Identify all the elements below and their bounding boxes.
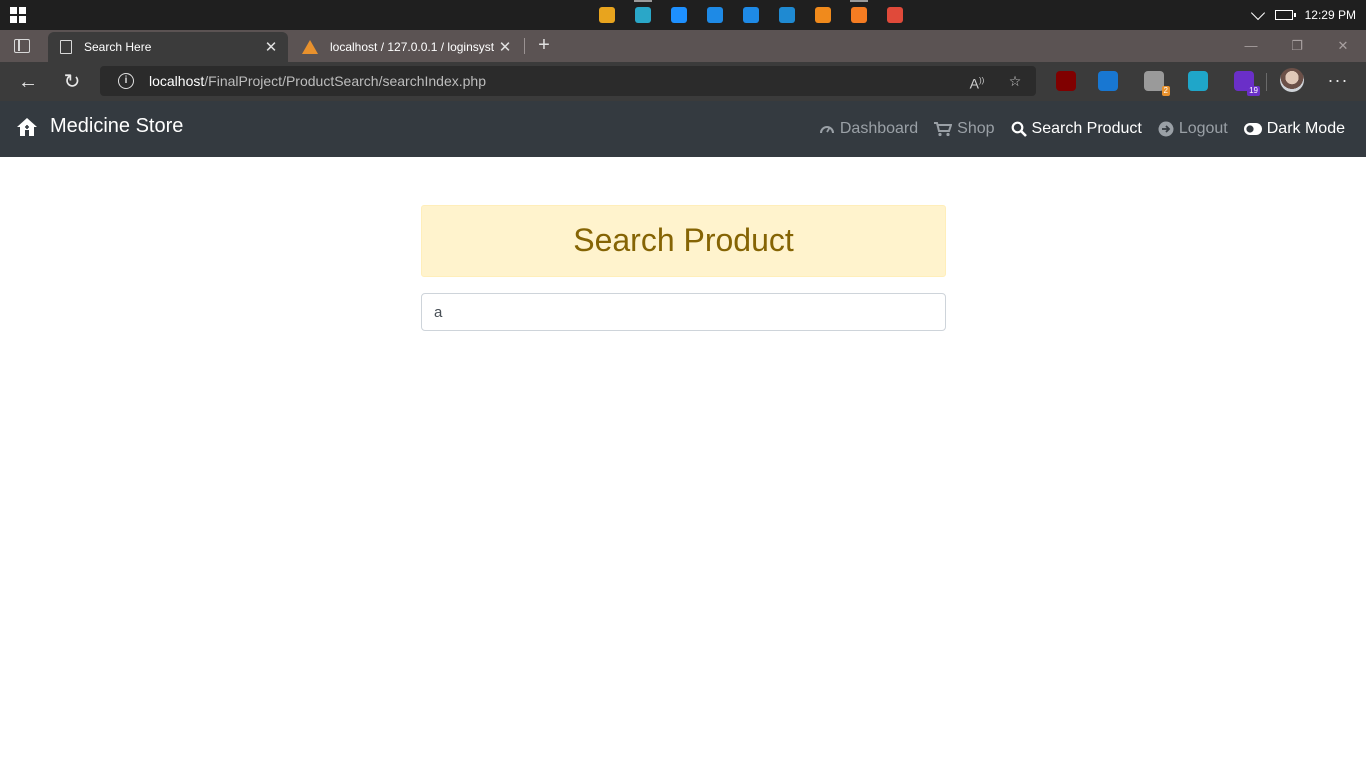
nav-label: Logout — [1178, 120, 1228, 137]
nav-links: Dashboard Shop Search Product Logout Dar… — [819, 101, 1345, 157]
vscode-icon-glyph — [779, 7, 795, 23]
brand-name: Medicine Store — [50, 115, 184, 137]
nav-label: Dark Mode — [1266, 120, 1345, 137]
minimize-icon[interactable]: — — [1228, 30, 1274, 62]
monitor-app-icon-glyph — [707, 7, 723, 23]
tab-divider — [524, 38, 525, 54]
search-icon — [1011, 121, 1027, 137]
favorite-add-icon[interactable]: ☆ — [1006, 72, 1024, 90]
close-icon[interactable]: ✕ — [494, 38, 516, 56]
ublock-icon[interactable] — [1056, 71, 1076, 91]
dashboard-icon — [819, 126, 834, 134]
url-host: localhost — [149, 73, 205, 89]
phpmyadmin-icon — [302, 40, 318, 54]
nav-label: Dashboard — [839, 120, 919, 137]
photos-app-icon-glyph — [743, 7, 759, 23]
nav-shop[interactable]: Shop — [934, 120, 995, 138]
url-text[interactable]: localhost/FinalProject/ProductSearch/sea… — [149, 73, 486, 89]
system-tray: 12:29 PM — [1250, 0, 1366, 30]
toolbar-divider — [1266, 73, 1267, 91]
clock[interactable]: 12:29 PM — [1305, 8, 1356, 22]
xampp-icon[interactable] — [848, 0, 870, 30]
search-input[interactable] — [421, 293, 946, 331]
refresh-icon[interactable]: ↻ — [60, 70, 84, 94]
restore-icon[interactable]: ❐ — [1274, 30, 1320, 62]
url-path: /FinalProject/ProductSearch/searchIndex.… — [204, 73, 486, 89]
extension-badge: 2 — [1161, 86, 1170, 96]
tab-search-here[interactable]: Search Here ✕ — [48, 32, 288, 62]
sublime-text-icon[interactable] — [812, 0, 834, 30]
multitasking-app-icon-glyph — [599, 7, 615, 23]
nav-label: Shop — [957, 120, 995, 137]
nav-logout[interactable]: Logout — [1158, 120, 1228, 138]
page-icon — [60, 40, 72, 54]
taskbar-apps — [596, 0, 906, 30]
xampp-icon-glyph — [851, 7, 867, 23]
windows-taskbar: 12:29 PM — [0, 0, 1366, 30]
nav-label: Search Product — [1031, 120, 1142, 137]
remote-app-icon[interactable] — [668, 0, 690, 30]
monitor-app-icon[interactable] — [704, 0, 726, 30]
window-close-icon[interactable]: ✕ — [1320, 30, 1366, 62]
page-title: Search Product — [573, 222, 794, 258]
extension-badge: 19 — [1247, 86, 1260, 96]
cart-icon — [934, 122, 953, 137]
more-options-icon[interactable]: ··· — [1326, 70, 1350, 91]
share-extension-icon[interactable] — [1188, 71, 1208, 91]
sublime-text-icon-glyph — [815, 7, 831, 23]
nav-search-product[interactable]: Search Product — [1011, 120, 1142, 138]
back-icon[interactable]: ← — [16, 70, 40, 94]
address-bar: ← ↻ i localhost/FinalProject/ProductSear… — [0, 62, 1366, 101]
chevron-up-icon[interactable] — [1250, 5, 1265, 20]
info-icon[interactable]: i — [118, 73, 134, 89]
profile-avatar[interactable] — [1280, 68, 1304, 92]
tab-title: Search Here — [84, 40, 152, 54]
new-tab-icon[interactable]: + — [534, 34, 554, 56]
tab-title: localhost / 127.0.0.1 / loginsystem — [330, 40, 494, 54]
search-heading-alert: Search Product — [421, 205, 946, 277]
tab-actions-icon[interactable] — [14, 39, 30, 53]
home-icon — [17, 117, 37, 136]
tab-phpmyadmin[interactable]: localhost / 127.0.0.1 / loginsystem ✕ — [290, 32, 522, 62]
close-icon[interactable]: ✕ — [260, 38, 282, 56]
nav-dark-mode[interactable]: Dark Mode — [1243, 120, 1345, 138]
nav-dashboard[interactable]: Dashboard — [819, 120, 918, 138]
windows-start-icon[interactable] — [10, 7, 26, 23]
photos-app-icon[interactable] — [740, 0, 762, 30]
toggle-icon — [1243, 123, 1262, 135]
speedometer-app-icon[interactable] — [884, 0, 906, 30]
edge-browser-icon[interactable] — [632, 0, 654, 30]
multitasking-app-icon[interactable] — [596, 0, 618, 30]
s-extension-icon[interactable] — [1098, 71, 1118, 91]
brand[interactable]: Medicine Store — [16, 115, 183, 138]
read-aloud-icon[interactable]: A)) — [968, 72, 986, 92]
browser-tabstrip: Search Here ✕ localhost / 127.0.0.1 / lo… — [0, 30, 1366, 62]
logout-icon — [1158, 121, 1174, 137]
edge-browser-icon-glyph — [635, 7, 651, 23]
cloud-extension-icon[interactable]: 2 — [1144, 71, 1170, 96]
remote-app-icon-glyph — [671, 7, 687, 23]
speedometer-app-icon-glyph — [887, 7, 903, 23]
vscode-icon[interactable] — [776, 0, 798, 30]
purple-extension-icon[interactable]: 19 — [1234, 71, 1260, 96]
site-navbar: Medicine Store Dashboard Shop Search Pro… — [0, 101, 1366, 157]
battery-icon[interactable] — [1274, 10, 1296, 20]
url-field[interactable]: i localhost/FinalProject/ProductSearch/s… — [100, 66, 1036, 96]
